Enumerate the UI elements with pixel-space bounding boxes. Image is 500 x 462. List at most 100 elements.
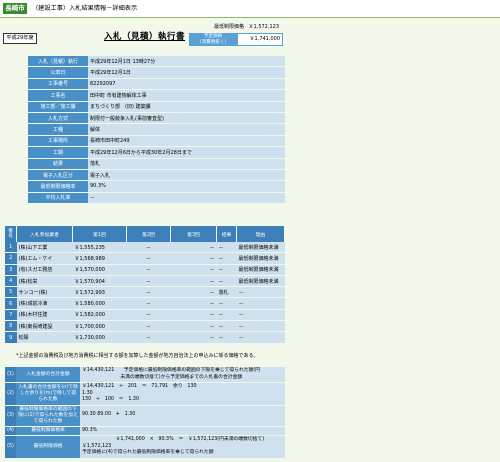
bid-round-3: －	[170, 297, 217, 310]
info-value: 落札	[88, 158, 285, 170]
bids-col-header: 結果	[216, 226, 237, 242]
info-row: 工期 平成29年12月6日から平成30年2月28日まで	[28, 146, 285, 159]
calc-label: 入札金額の合計金額	[16, 367, 80, 383]
bids-col-header: 第1回	[72, 226, 127, 242]
bid-reason: －	[236, 331, 285, 344]
bidder-row: 7 (株)木村住建 ￥1,582,000 －－－－	[5, 309, 285, 322]
info-value: 90.3%	[88, 180, 285, 193]
project-info-table: 入札（見積）執行 平成29年12月1日 13時27分 公表日 平成29年12月1日 工事…	[28, 56, 285, 205]
bidder-row: 3 (有)スガ工務店 ￥1,570,000 －－－最低制限価格未満	[5, 264, 285, 276]
bidder-number: 6	[5, 297, 17, 310]
info-label: 公表日	[28, 66, 88, 79]
info-label: 入札方式	[28, 112, 88, 125]
bid-result: －	[216, 309, 237, 322]
info-row: 入札方式 制限付一般競争入札(事前審査型)	[28, 112, 285, 125]
info-label: 工期	[28, 146, 88, 159]
bid-round-2: －	[126, 320, 171, 333]
bidder-row: 4 (株)松栄 ￥1,570,904 －－－最低制限価格未満	[5, 275, 285, 288]
min-limit-label: 最低制限価格	[214, 24, 245, 30]
header-bar: 長崎市 （建設工事）入札結果情報－詳細表示	[0, 0, 500, 17]
bidder-row: 2 (株)エム・ケイ ￥1,568,989 －－－最低制限価格未満	[5, 252, 285, 265]
bidder-name: サンコー(株)	[16, 286, 73, 299]
info-label: 工事番号	[28, 78, 88, 91]
bids-col-header: 第2回	[126, 226, 171, 242]
bid-reason: 最低制限価格未満	[236, 252, 285, 265]
calc-number: (4)	[5, 426, 16, 436]
info-value: まちづくり部 (旧) 建築課	[88, 101, 285, 113]
planned-price-value: ￥1,741,000	[237, 33, 283, 46]
bid-round-2: －	[126, 242, 171, 254]
bidder-number: 8	[5, 320, 17, 333]
info-value: 平成29年12月1日 13時27分	[88, 56, 285, 68]
info-label: 入札（見積）執行	[28, 56, 88, 68]
bidder-number: 5	[5, 286, 17, 299]
bid-result: －	[216, 331, 237, 344]
document-title: 入札（見積）執行書	[104, 32, 186, 42]
calc-number: (3)	[5, 405, 16, 427]
info-row: 工事場所 長崎市田中町249	[28, 135, 285, 148]
bid-reason: 最低制限価格未満	[236, 264, 285, 276]
info-label: 工事場所	[28, 135, 88, 148]
bidder-name: (株)エム・ケイ	[16, 252, 73, 265]
calc-label: 最低制限価格	[16, 435, 80, 459]
calc-row: (4) 最低制限価格率 90.3%	[5, 426, 285, 436]
calc-line: 90.30 89.00 + 1.30	[82, 412, 136, 418]
bidder-number: 7	[5, 309, 17, 322]
info-value: 電子入札	[88, 169, 285, 182]
info-label: 最低制限価格率	[28, 180, 88, 193]
page: 長崎市 （建設工事）入札結果情報－詳細表示 平成29年度 入札（見積）執行書 最…	[0, 0, 500, 462]
bid-reason: 最低制限価格未満	[236, 275, 285, 288]
info-value: 平成29年12月1日	[88, 66, 285, 79]
bidder-row: 6 (株)城前冷凍 ￥1,580,000 －－－－	[5, 297, 285, 310]
info-label: 工種	[28, 123, 88, 136]
bidder-row: 8 (株)東長崎建設 ￥1,700,000 －－－－	[5, 320, 285, 333]
bid-round-3: －	[170, 309, 217, 322]
bid-round-3: －	[170, 331, 217, 344]
bidder-name: (株)東長崎建設	[16, 320, 73, 333]
bid-round-2: －	[126, 252, 171, 265]
info-row: 平均入札率－	[28, 192, 285, 205]
bid-round-1: ￥1,582,000	[72, 309, 127, 322]
bid-round-1: ￥1,555,235	[72, 242, 127, 254]
bid-round-2: －	[126, 275, 171, 288]
bid-result: －	[216, 242, 237, 254]
calc-line: ￥1,741,000 × 90.3% ＝ ￥1,572,123(円未満の端数切捨…	[82, 437, 265, 442]
bid-result: －	[216, 297, 237, 310]
bid-round-2: －	[126, 331, 171, 344]
bidder-name: (株)城前冷凍	[16, 297, 73, 310]
bidder-row: 9 松陽 ￥1,730,000 －－－－	[5, 331, 285, 344]
bid-round-3: －	[170, 264, 217, 276]
calc-line: 130 ÷ 100 ＝ 1.30	[82, 397, 139, 402]
info-label: 施工部／施工課	[28, 101, 88, 113]
info-value: －	[88, 192, 285, 205]
bid-round-1: ￥1,700,000	[72, 320, 127, 333]
city-badge[interactable]: 長崎市	[3, 3, 27, 14]
bid-round-1: ￥1,572,993	[72, 286, 127, 299]
bids-col-header: 番号	[5, 226, 17, 242]
bid-reason: －	[236, 297, 285, 310]
bid-round-1: ￥1,580,000	[72, 297, 127, 310]
calc-line: 未満の端数切捨て)から予定価格までの入札書の合計金額	[82, 374, 243, 380]
calc-number: (2)	[5, 382, 16, 406]
calc-row: (5) 最低制限価格 ￥1,741,000 × 90.3% ＝ ￥1,572,12…	[5, 435, 285, 459]
calc-label: 最低制限価格率の範囲の下限に(2)で得られた数を加えて得られた数	[16, 405, 80, 427]
calc-line: ￥14,430,121 予定価格に最低制限価格率の範囲の下限を乗じて得られた額(…	[82, 368, 261, 373]
tax-note: *上記金額の消費税及び地方消費税に相当する額を加算した金額が地方自治法上の申込み…	[16, 353, 259, 359]
calc-value: 90.3%	[80, 426, 285, 436]
bid-reason: －	[236, 286, 285, 299]
bid-round-3: －	[170, 252, 217, 265]
bid-reason: －	[236, 320, 285, 333]
bid-round-1: ￥1,570,904	[72, 275, 127, 288]
calc-value: ￥14,430,121 予定価格に最低制限価格率の範囲の下限を乗じて得られた額(…	[80, 367, 285, 383]
calc-value: ￥14,430,121 ÷ 201 ＝ 71,791 余り 130 1.30 130…	[80, 382, 285, 406]
bid-round-3: －	[170, 286, 217, 299]
min-price-calc-table: (1) 入札金額の合計金額 ￥14,430,121 予定価格に最低制限価格率の範囲の…	[5, 367, 285, 459]
bidder-number: 9	[5, 331, 17, 344]
calc-value: 90.30 89.00 + 1.30	[80, 405, 285, 427]
calc-number: (5)	[5, 435, 16, 459]
bids-col-header: 第3回	[170, 226, 217, 242]
info-value: 制限付一般競争入札(事前審査型)	[88, 112, 285, 125]
bidder-number: 3	[5, 264, 17, 276]
info-row: 工事番号 82292097	[28, 78, 285, 91]
info-row: 電子入札区分 電子入札	[28, 169, 285, 182]
